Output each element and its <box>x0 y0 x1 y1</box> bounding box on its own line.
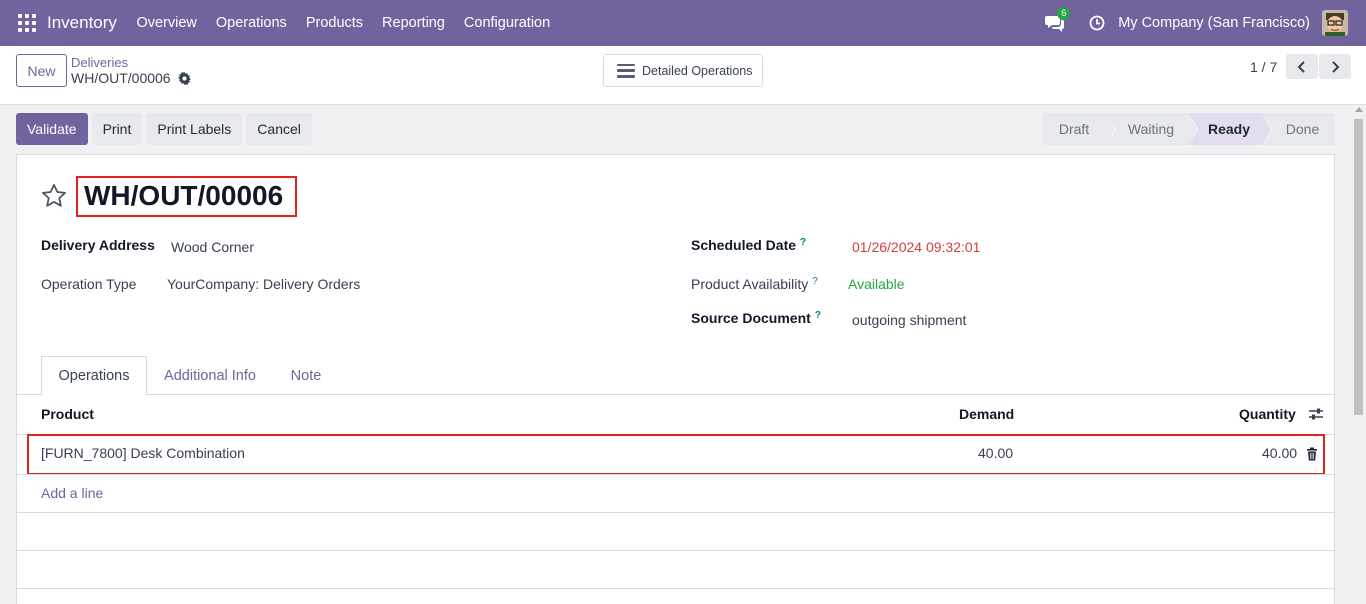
action-bar: Validate Print Print Labels Cancel <box>16 113 316 145</box>
menu-reporting[interactable]: Reporting <box>373 15 455 31</box>
availability-label-text: Product Availability <box>691 276 809 292</box>
scheduled-date-help[interactable]: ? <box>800 237 806 248</box>
delivery-address-label: Delivery Address <box>41 237 155 253</box>
source-document-field[interactable]: outgoing shipment <box>852 312 966 328</box>
status-ready-label: Ready <box>1207 121 1251 137</box>
record-name: WH/OUT/00006 <box>71 70 191 86</box>
availability-help[interactable]: ? <box>812 276 818 287</box>
status-ready[interactable]: Ready <box>1188 113 1272 145</box>
status-draft-label: Draft <box>1058 121 1090 137</box>
status-draft[interactable]: Draft <box>1042 113 1116 145</box>
record-title: WH/OUT/00006 <box>84 180 284 211</box>
table-divider <box>17 588 1334 589</box>
top-navbar: Inventory Overview Operations Products R… <box>0 0 1366 46</box>
pager-value[interactable]: 1 / 7 <box>1250 59 1277 75</box>
operation-type-label: Operation Type <box>41 276 137 292</box>
form-sheet: WH/OUT/00006 Delivery Address Wood Corne… <box>16 154 1335 604</box>
record-name-text: WH/OUT/00006 <box>71 70 171 86</box>
status-done-label: Done <box>1285 121 1320 137</box>
column-header-quantity[interactable]: Quantity <box>1239 406 1296 422</box>
chat-badge: 6 <box>1057 7 1071 20</box>
tab-note[interactable]: Note <box>277 356 335 396</box>
star-icon[interactable] <box>40 182 68 210</box>
scrollbar-thumb[interactable] <box>1354 119 1363 415</box>
pager-previous-button[interactable] <box>1286 54 1318 79</box>
operation-type-field[interactable]: YourCompany: Delivery Orders <box>167 276 360 292</box>
list-icon <box>617 63 635 78</box>
availability-value: Available <box>848 276 905 292</box>
detailed-operations-label: Detailed Operations <box>642 63 753 78</box>
chevron-left-icon <box>1297 60 1305 73</box>
scheduled-date-label-text: Scheduled Date <box>691 237 797 253</box>
apps-menu-icon[interactable] <box>18 14 36 32</box>
scheduled-date-label: Scheduled Date? <box>691 237 806 253</box>
status-waiting-label: Waiting <box>1127 121 1175 137</box>
row-product[interactable]: [FURN_7800] Desk Combination <box>41 445 245 461</box>
control-panel: New Deliveries WH/OUT/00006 Detailed Ope… <box>0 46 1366 105</box>
validate-button[interactable]: Validate <box>16 113 88 145</box>
app-name[interactable]: Inventory <box>47 13 117 33</box>
source-document-label-text: Source Document <box>691 310 811 326</box>
tab-additional-info[interactable]: Additional Info <box>155 356 265 396</box>
menu-overview[interactable]: Overview <box>127 15 206 31</box>
menu-operations[interactable]: Operations <box>206 15 296 31</box>
source-document-label: Source Document? <box>691 310 821 326</box>
cancel-button[interactable]: Cancel <box>246 113 312 145</box>
table-divider <box>17 474 1334 475</box>
table-divider <box>17 550 1334 551</box>
menu-configuration[interactable]: Configuration <box>454 15 559 31</box>
scheduled-date-field[interactable]: 01/26/2024 09:32:01 <box>852 239 980 255</box>
row-quantity[interactable]: 40.00 <box>1262 445 1297 461</box>
pager-next-button[interactable] <box>1319 54 1351 79</box>
breadcrumb[interactable]: Deliveries <box>71 55 128 70</box>
add-line-link[interactable]: Add a line <box>41 485 103 501</box>
source-document-help[interactable]: ? <box>815 310 821 321</box>
table-divider <box>17 512 1334 513</box>
new-button[interactable]: New <box>16 54 67 87</box>
column-header-demand[interactable]: Demand <box>959 406 1014 422</box>
status-done[interactable]: Done <box>1262 113 1335 145</box>
status-bar: Draft Waiting Ready Done <box>1042 113 1335 145</box>
tab-operations[interactable]: Operations <box>41 356 147 396</box>
column-header-product[interactable]: Product <box>41 406 94 422</box>
detailed-operations-button[interactable]: Detailed Operations <box>603 54 763 87</box>
print-button[interactable]: Print <box>91 113 143 145</box>
company-switcher[interactable]: My Company (San Francisco) <box>1118 15 1310 31</box>
availability-label: Product Availability? <box>691 276 818 292</box>
scroll-up-arrow[interactable] <box>1355 107 1363 112</box>
row-demand[interactable]: 40.00 <box>978 445 1013 461</box>
chevron-right-icon <box>1332 60 1340 73</box>
delivery-address-field[interactable]: Wood Corner <box>171 239 254 255</box>
status-waiting[interactable]: Waiting <box>1106 113 1198 145</box>
column-settings-icon[interactable] <box>1308 406 1324 422</box>
clock-icon[interactable] <box>1089 15 1105 31</box>
gear-icon[interactable] <box>177 71 191 85</box>
trash-icon[interactable] <box>1305 447 1319 461</box>
user-avatar[interactable] <box>1322 10 1348 36</box>
chat-icon[interactable]: 6 <box>1045 7 1071 32</box>
menu-products[interactable]: Products <box>296 15 372 31</box>
print-labels-button[interactable]: Print Labels <box>146 113 243 145</box>
